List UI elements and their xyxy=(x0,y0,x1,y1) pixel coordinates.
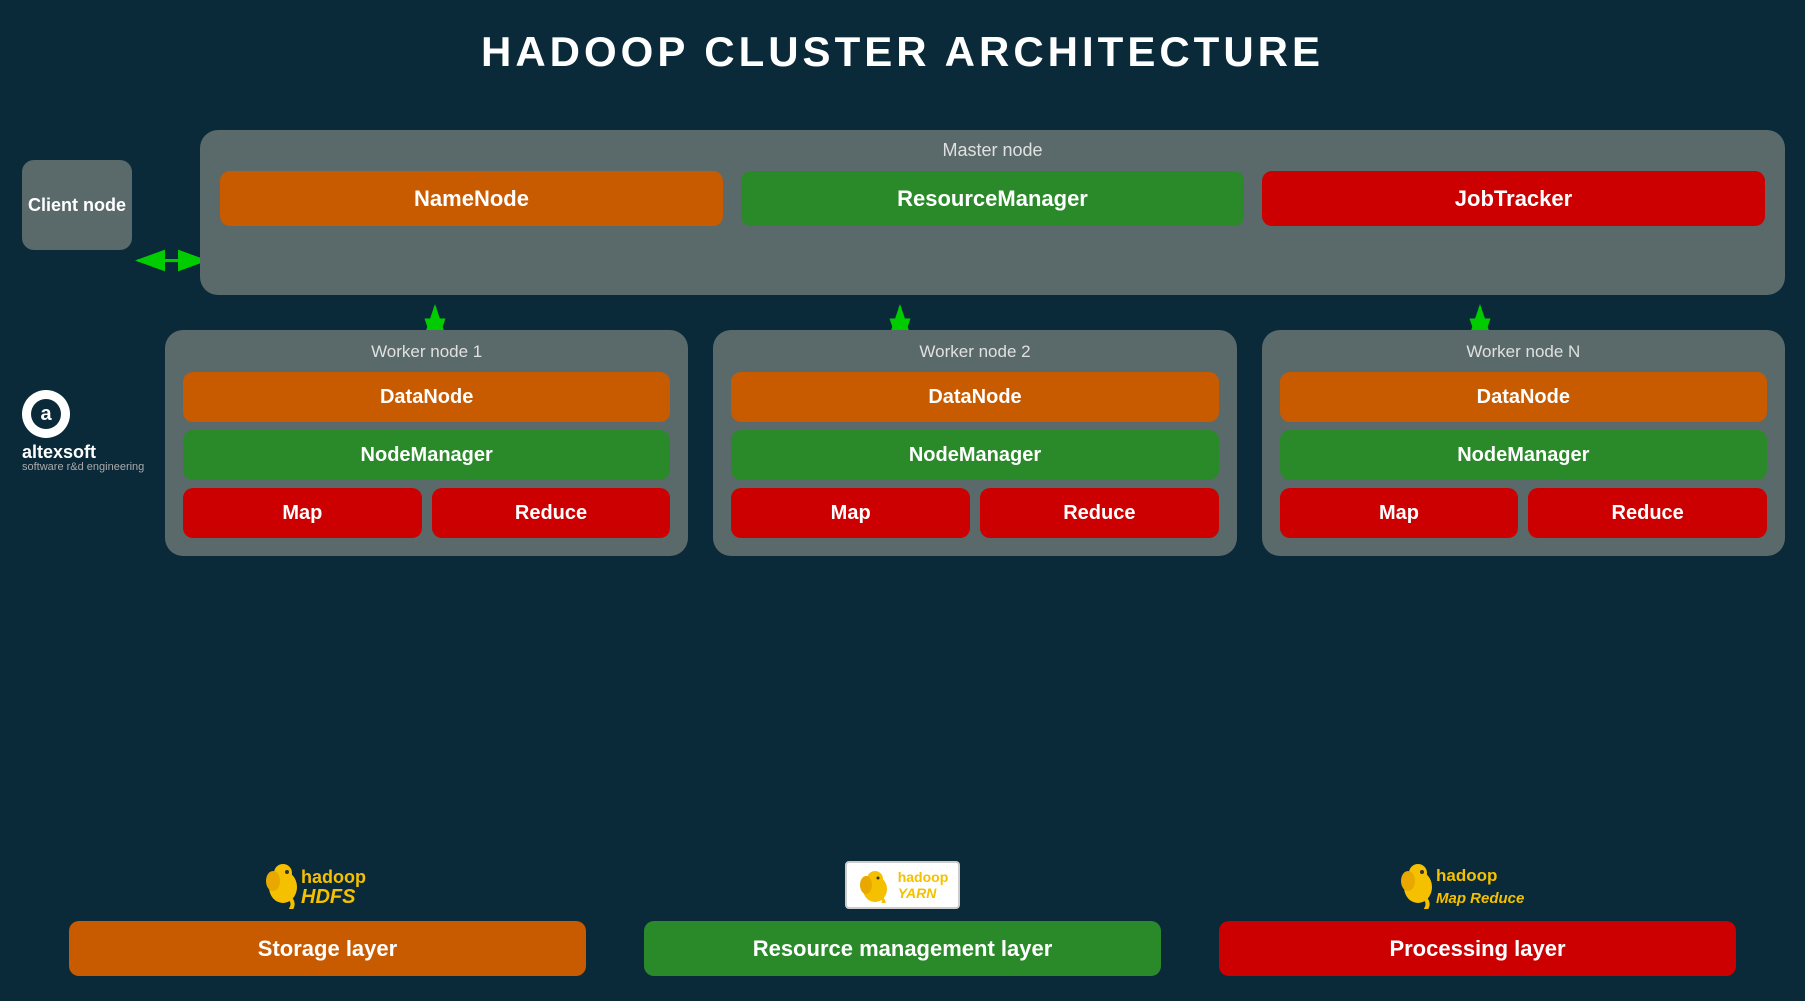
worker-node-n: Worker node N DataNode NodeManager Map R… xyxy=(1262,330,1785,556)
svg-text:a: a xyxy=(40,403,52,425)
bottom-resource-col: hadoop YARN Resource management layer xyxy=(615,861,1190,976)
workers-row: Worker node 1 DataNode NodeManager Map R… xyxy=(165,330,1785,556)
processing-layer-label: Processing layer xyxy=(1219,921,1737,976)
resource-management-layer-label: Resource management layer xyxy=(644,921,1162,976)
worker-n-map: Map xyxy=(1280,488,1519,538)
svg-text:hadoop: hadoop xyxy=(301,867,366,887)
worker-1-datanode: DataNode xyxy=(183,372,670,422)
worker-2-datanode: DataNode xyxy=(731,372,1218,422)
svg-text:hadoop: hadoop xyxy=(1436,866,1497,885)
worker-2-label: Worker node 2 xyxy=(731,342,1218,362)
worker-2-reduce: Reduce xyxy=(980,488,1219,538)
worker-node-1: Worker node 1 DataNode NodeManager Map R… xyxy=(165,330,688,556)
worker-1-reduce: Reduce xyxy=(432,488,671,538)
bottom-storage-col: hadoop HDFS Storage layer xyxy=(40,859,615,976)
hadoop-yarn-logo: hadoop YARN xyxy=(845,861,961,909)
worker-2-mapreduce-row: Map Reduce xyxy=(731,488,1218,538)
bottom-section: hadoop HDFS Storage layer xyxy=(0,816,1805,1001)
client-node: Client node xyxy=(22,160,132,250)
altexsoft-name: altexsoft xyxy=(22,442,144,463)
altexsoft-logo: a altexsoft software r&d engineering xyxy=(22,390,144,473)
master-node-label: Master node xyxy=(220,140,1765,161)
worker-n-reduce: Reduce xyxy=(1528,488,1767,538)
master-components: NameNode ResourceManager JobTracker xyxy=(220,171,1765,226)
worker-node-2: Worker node 2 DataNode NodeManager Map R… xyxy=(713,330,1236,556)
worker-n-mapreduce-row: Map Reduce xyxy=(1280,488,1767,538)
jobtracker-component: JobTracker xyxy=(1262,171,1765,226)
resourcemanager-component: ResourceManager xyxy=(741,171,1244,226)
altexsoft-icon: a xyxy=(22,390,70,438)
svg-text:HDFS: HDFS xyxy=(301,886,356,908)
worker-1-mapreduce-row: Map Reduce xyxy=(183,488,670,538)
worker-n-label: Worker node N xyxy=(1280,342,1767,362)
worker-1-nodemanager: NodeManager xyxy=(183,430,670,480)
worker-2-map: Map xyxy=(731,488,970,538)
diagram-area: Client node Master node NameNode Resourc… xyxy=(0,100,1805,1001)
hadoop-hdfs-logo: hadoop HDFS xyxy=(263,859,393,909)
namenode-component: NameNode xyxy=(220,171,723,226)
worker-n-nodemanager: NodeManager xyxy=(1280,430,1767,480)
altexsoft-sub: software r&d engineering xyxy=(22,461,144,473)
master-node: Master node NameNode ResourceManager Job… xyxy=(200,130,1785,295)
storage-layer-label: Storage layer xyxy=(69,921,587,976)
client-node-label: Client node xyxy=(28,195,126,216)
worker-2-nodemanager: NodeManager xyxy=(731,430,1218,480)
worker-1-map: Map xyxy=(183,488,422,538)
hadoop-mapreduce-logo: hadoop Map Reduce xyxy=(1398,859,1558,909)
svg-text:Map Reduce: Map Reduce xyxy=(1436,890,1524,907)
worker-n-datanode: DataNode xyxy=(1280,372,1767,422)
page-title: HADOOP CLUSTER ARCHITECTURE xyxy=(0,0,1805,76)
worker-1-label: Worker node 1 xyxy=(183,342,670,362)
bottom-processing-col: hadoop Map Reduce Processing layer xyxy=(1190,859,1765,976)
